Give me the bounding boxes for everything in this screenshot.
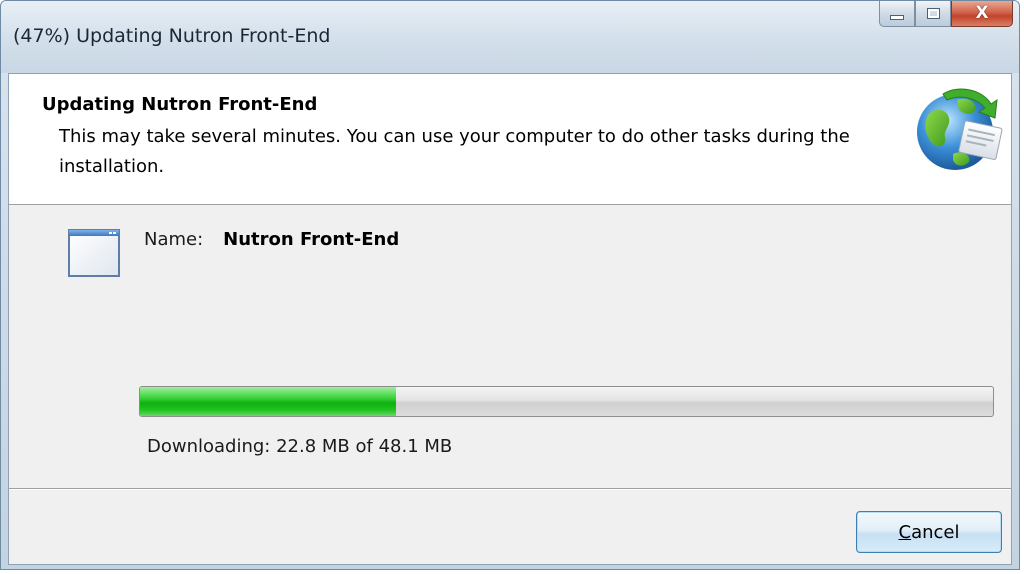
close-button[interactable]: X [951,1,1013,27]
download-status: Downloading: 22.8 MB of 48.1 MB [147,436,453,457]
item-name-row: Name: Nutron Front-End [144,229,399,250]
dialog-client-area: Updating Nutron Front-End This may take … [8,73,1012,565]
dialog-header: Updating Nutron Front-End This may take … [9,74,1011,205]
header-description: This may take several minutes. You can u… [59,126,850,177]
minimize-icon [890,15,904,20]
cancel-label: ancel [911,521,960,543]
caption-buttons: X [879,1,1013,31]
maximize-button[interactable] [915,1,951,27]
window-title: (47%) Updating Nutron Front-End [13,25,331,47]
name-value: Nutron Front-End [223,229,400,250]
dialog-window: (47%) Updating Nutron Front-End X Updati… [0,0,1020,570]
title-bar[interactable]: (47%) Updating Nutron Front-End X [1,1,1019,73]
name-label: Name: [144,229,204,250]
download-progress-bar [139,386,994,417]
header-title: Updating Nutron Front-End [42,94,318,115]
application-window-icon [68,229,120,277]
maximize-icon [926,8,940,19]
footer-divider [9,488,1011,490]
progress-fill [140,387,396,416]
close-icon: X [975,3,989,23]
globe-update-icon [917,88,1003,170]
cancel-button[interactable]: Cancel [856,511,1002,553]
minimize-button[interactable] [879,1,915,27]
cancel-accelerator: C [898,521,912,543]
